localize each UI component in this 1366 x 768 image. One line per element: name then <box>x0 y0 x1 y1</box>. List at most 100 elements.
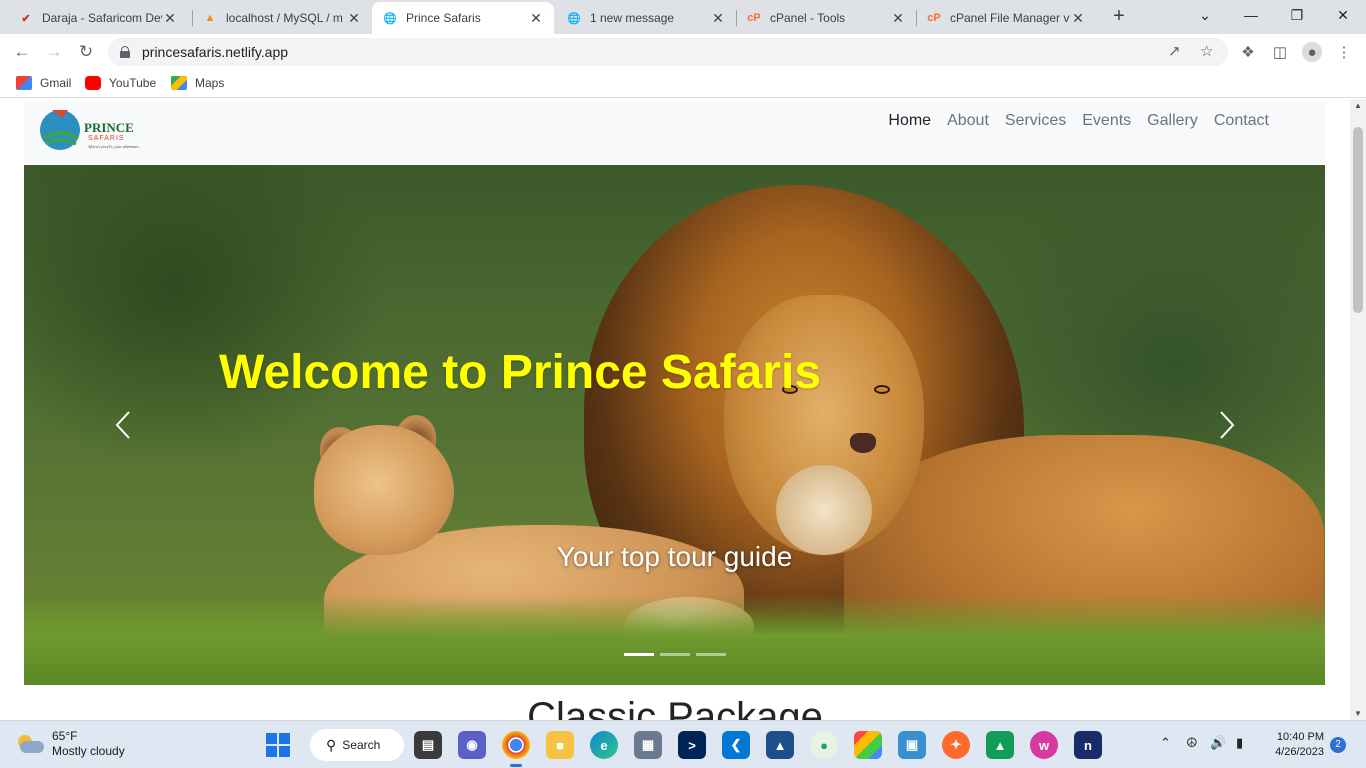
taskbar-clock[interactable]: 10:40 PM 4/26/2023 <box>1264 730 1324 760</box>
carousel-indicator[interactable] <box>695 653 726 656</box>
task-view-icon[interactable]: ▤ <box>414 731 442 759</box>
lion-eye-image <box>874 385 890 394</box>
close-icon[interactable]: ✕ <box>346 10 362 27</box>
grass-image <box>24 595 1325 685</box>
bookmark-label: YouTube <box>109 76 157 90</box>
reload-button[interactable]: ↻ <box>74 40 98 64</box>
tab-title: cPanel - Tools <box>770 11 846 25</box>
hero-caption: Your top tour guide <box>556 541 793 572</box>
hero-carousel: Welcome to Prince Safaris Your top tour … <box>24 165 1325 685</box>
scrollbar-thumb[interactable] <box>1353 127 1363 313</box>
windows-taskbar: 65°F Mostly cloudy ⚲ Search ▤ ◉ ■ e ▦ > … <box>0 720 1366 768</box>
search-label: Search <box>342 738 381 752</box>
postman-icon[interactable]: ✦ <box>942 731 970 759</box>
close-window-button[interactable]: ✕ <box>1320 0 1366 30</box>
new-tab-button[interactable]: + <box>1108 6 1130 28</box>
sql-server-icon[interactable]: ▲ <box>766 731 794 759</box>
address-bar[interactable]: princesafaris.netlify.app <box>108 38 1228 66</box>
bookmark-label: Maps <box>195 76 225 90</box>
tab-title: Prince Safaris <box>406 11 481 25</box>
bookmark-label: Gmail <box>40 76 72 90</box>
chevron-right-icon <box>1220 411 1235 439</box>
maximize-button[interactable]: ❐ <box>1274 0 1320 30</box>
url-text[interactable]: princesafaris.netlify.app <box>142 44 288 60</box>
back-button[interactable]: ← <box>10 40 34 64</box>
tab-cpanel-tools[interactable]: cP cPanel - Tools ✕ <box>736 2 916 34</box>
lion-nose-image <box>850 433 876 453</box>
mongodb-icon[interactable]: ● <box>810 731 838 759</box>
start-button[interactable] <box>266 733 290 757</box>
gmail-icon <box>16 76 32 90</box>
weather-widget[interactable]: 65°F Mostly cloudy <box>16 729 125 759</box>
extensions-icon[interactable]: ❖ <box>1238 42 1258 62</box>
nav-about[interactable]: About <box>947 112 989 130</box>
network-app-icon[interactable]: ▦ <box>634 731 662 759</box>
carousel-prev-button[interactable] <box>108 405 138 445</box>
minimize-button[interactable]: — <box>1228 0 1274 30</box>
tab-search-icon[interactable]: ⌄ <box>1182 0 1228 30</box>
hero-title: Welcome to Prince Safaris <box>219 346 822 399</box>
close-icon[interactable]: ✕ <box>890 10 906 27</box>
lock-icon[interactable] <box>120 46 130 58</box>
carousel-indicator[interactable] <box>659 653 690 656</box>
share-icon[interactable]: ↗ <box>1168 42 1181 60</box>
chrome-icon[interactable] <box>502 731 530 767</box>
tab-daraja[interactable]: ✔ Daraja - Safaricom Dev ✕ <box>8 2 188 34</box>
edge-icon[interactable]: e <box>590 731 618 759</box>
menu-icon[interactable]: ⋮ <box>1334 42 1354 62</box>
wifi-icon[interactable]: ☮ <box>1186 735 1198 751</box>
page-scrollbar[interactable]: ▲ ▼ <box>1350 99 1366 720</box>
control-panel-icon[interactable]: ▣ <box>898 731 926 759</box>
bookmark-youtube[interactable]: YouTube <box>85 76 156 90</box>
powershell-icon[interactable]: > <box>678 731 706 759</box>
site-nav-links: Home About Services Events Gallery Conta… <box>872 112 1269 130</box>
tab-prince-safaris[interactable]: 🌐 Prince Safaris ✕ <box>372 2 554 34</box>
close-icon[interactable]: ✕ <box>162 10 178 27</box>
close-icon[interactable]: ✕ <box>528 10 544 27</box>
vscode-icon[interactable]: ❮ <box>722 731 750 759</box>
bookmark-gmail[interactable]: Gmail <box>16 76 71 90</box>
cub-head-image <box>314 425 454 555</box>
bookmark-maps[interactable]: Maps <box>171 76 224 90</box>
teams-chat-icon[interactable]: ◉ <box>458 731 486 759</box>
site-logo[interactable]: PRINCE SAFARIS Africa's jewel's, your ad… <box>38 104 146 154</box>
youtube-icon <box>85 76 101 90</box>
nav-gallery[interactable]: Gallery <box>1147 112 1198 130</box>
safaricom-icon: ✔ <box>21 12 31 25</box>
nav-home[interactable]: Home <box>888 112 931 130</box>
triangle-app-icon[interactable]: ▲ <box>986 731 1014 759</box>
taskbar-search[interactable]: ⚲ Search <box>310 729 404 761</box>
profile-avatar[interactable]: ● <box>1302 42 1322 62</box>
nav-events[interactable]: Events <box>1082 112 1131 130</box>
file-explorer-icon[interactable]: ■ <box>546 731 574 759</box>
tab-phpmyadmin[interactable]: ▲ localhost / MySQL / m ✕ <box>192 2 372 34</box>
nav-contact[interactable]: Contact <box>1214 112 1269 130</box>
bookmarks-bar: Gmail YouTube Maps <box>0 70 1366 98</box>
svg-text:SAFARIS: SAFARIS <box>88 135 125 142</box>
carousel-indicator[interactable] <box>623 653 654 656</box>
forward-button[interactable]: → <box>42 40 66 64</box>
close-icon[interactable]: ✕ <box>1070 10 1086 27</box>
tab-new-message[interactable]: 🌐 1 new message ✕ <box>556 2 736 34</box>
scroll-up-arrow-icon[interactable]: ▲ <box>1354 101 1362 110</box>
tray-chevron-icon[interactable]: ⌃ <box>1160 735 1171 751</box>
tab-cpanel-file-manager[interactable]: cP cPanel File Manager v ✕ <box>916 2 1096 34</box>
tab-title: cPanel File Manager v <box>950 11 1070 25</box>
battery-icon[interactable]: ▮ <box>1236 735 1243 751</box>
wamp-icon[interactable]: w <box>1030 731 1058 759</box>
bookmark-star-icon[interactable]: ☆ <box>1200 42 1213 60</box>
nav-services[interactable]: Services <box>1005 112 1066 130</box>
close-icon[interactable]: ✕ <box>710 10 726 27</box>
clock-time: 10:40 PM <box>1276 731 1324 743</box>
notion-icon[interactable]: n <box>1074 731 1102 759</box>
side-panel-icon[interactable]: ◫ <box>1270 42 1290 62</box>
browser-tab-strip: ✔ Daraja - Safaricom Dev ✕ ▲ localhost /… <box>0 0 1366 34</box>
volume-icon[interactable]: 🔊 <box>1210 735 1226 751</box>
carousel-next-button[interactable] <box>1212 405 1242 445</box>
scroll-down-arrow-icon[interactable]: ▼ <box>1354 709 1362 718</box>
cpanel-icon: cP <box>927 12 941 24</box>
notification-badge[interactable]: 2 <box>1330 737 1346 753</box>
maps-icon <box>171 76 187 90</box>
git-app-icon[interactable] <box>854 731 882 759</box>
search-icon: ⚲ <box>326 736 337 753</box>
